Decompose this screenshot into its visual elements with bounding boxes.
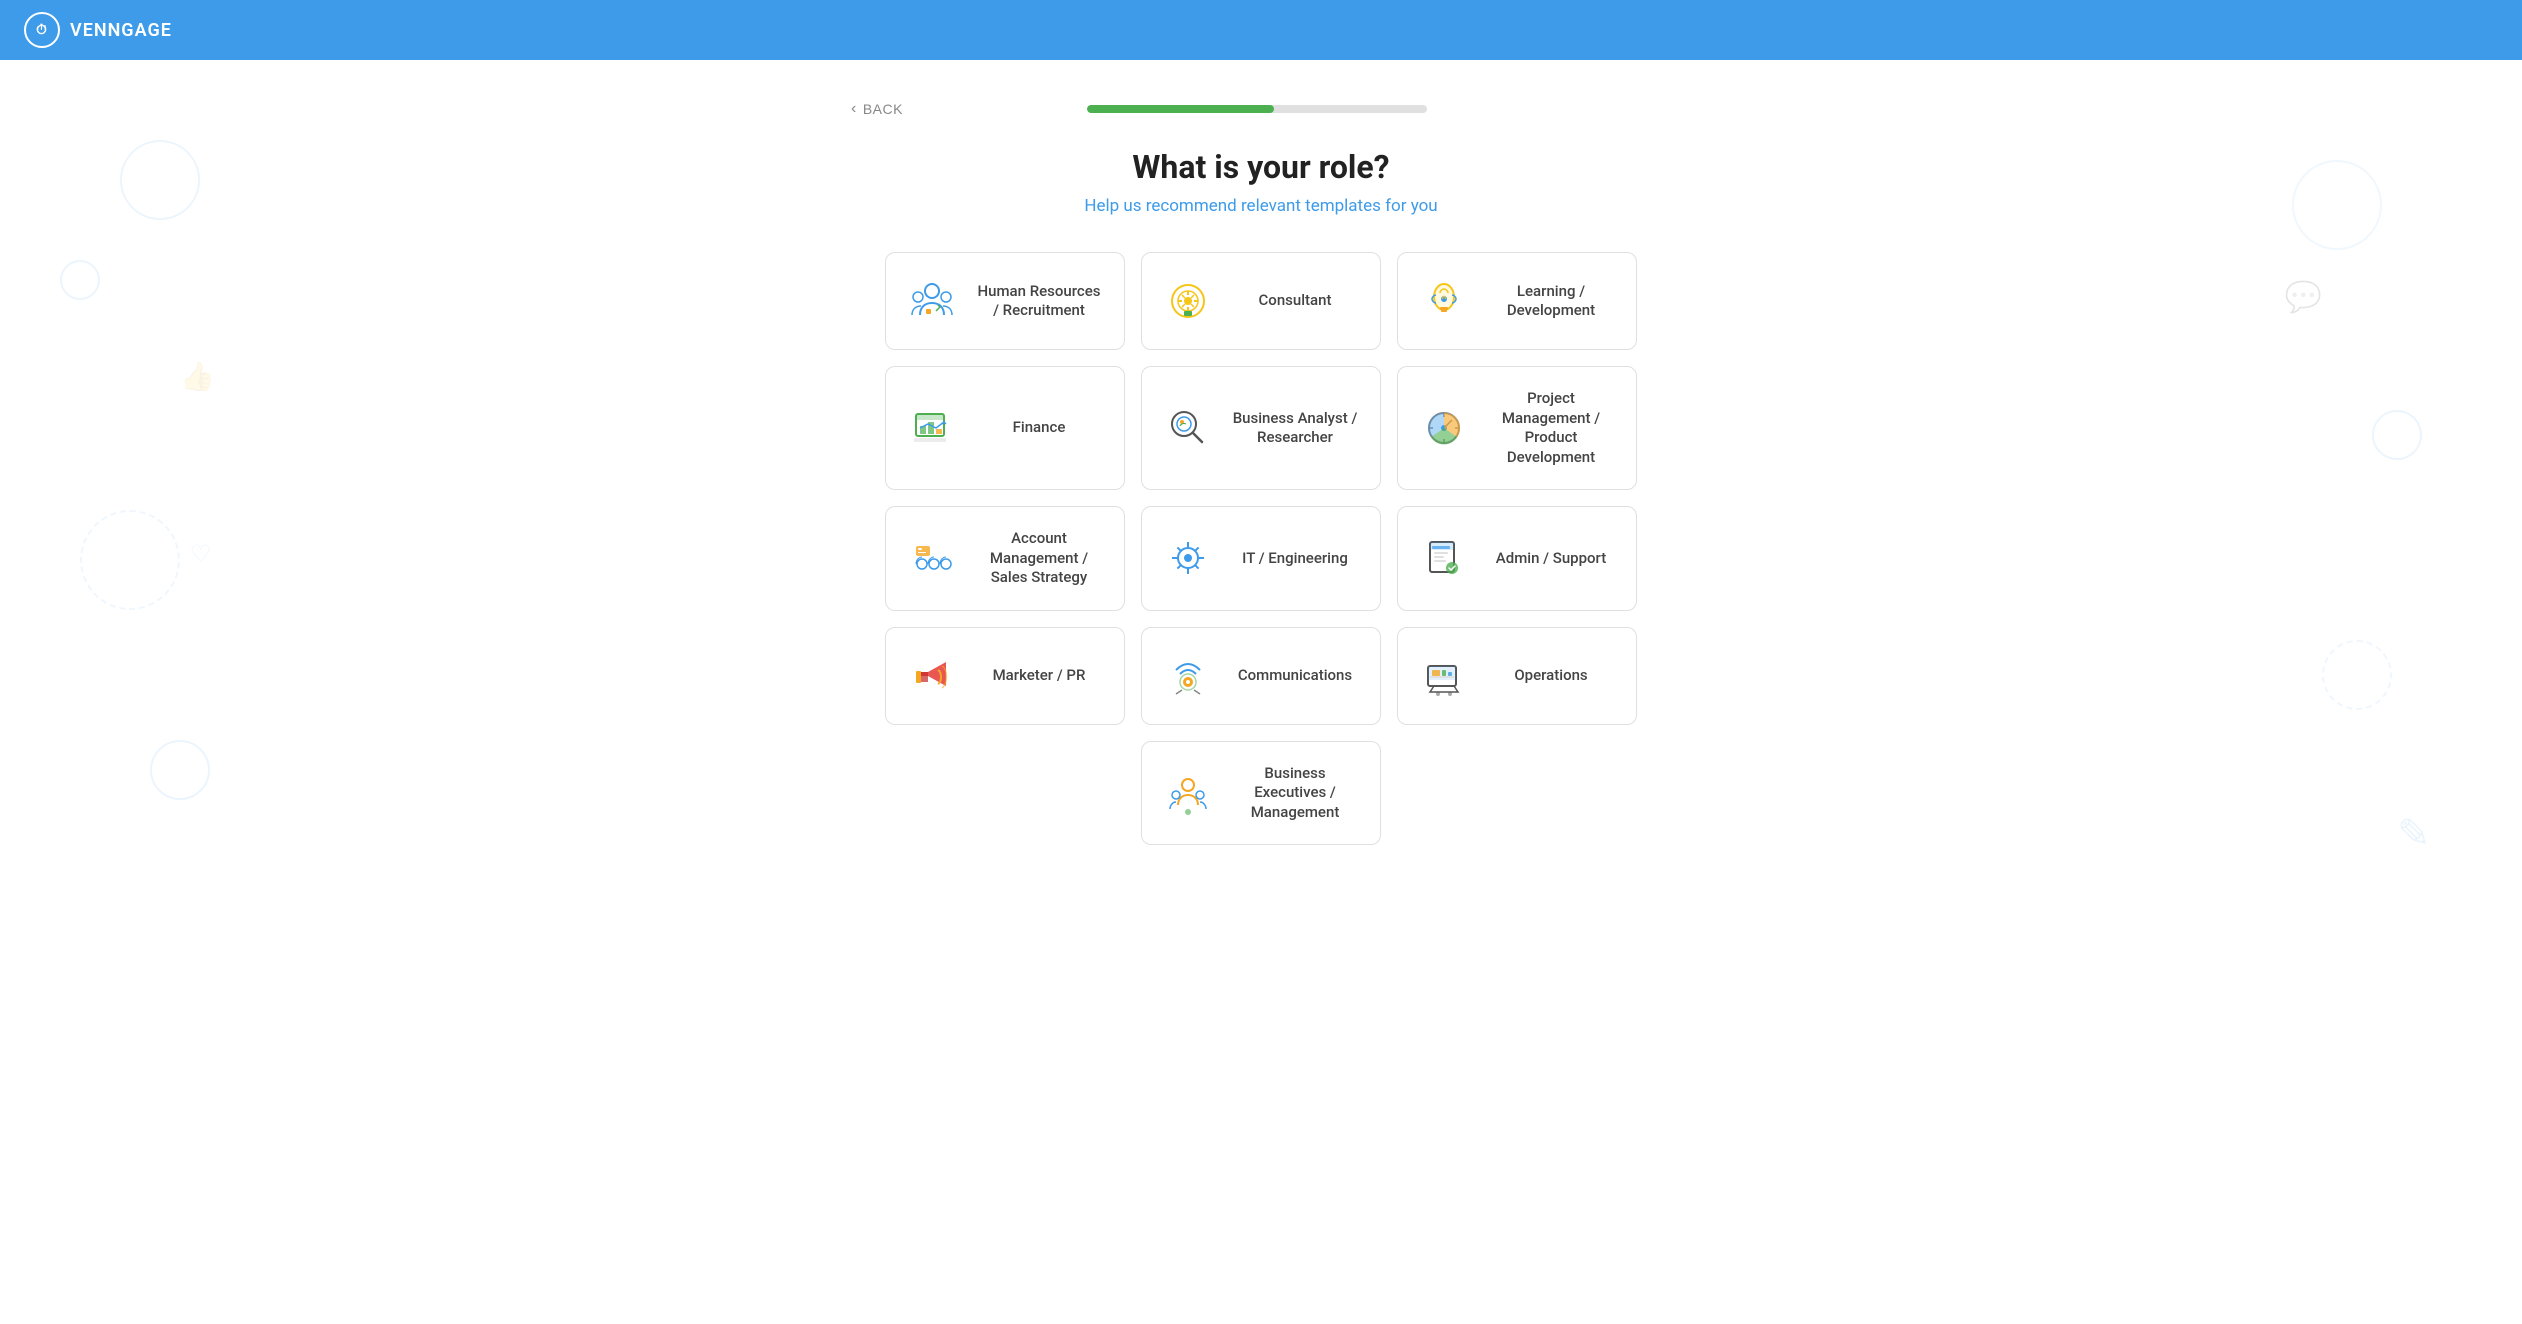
role-card-marketer[interactable]: Marketer / PR (885, 627, 1125, 725)
decor-shape-4: 💬 (2285, 280, 2322, 315)
executives-label: Business Executives / Management (1230, 764, 1360, 823)
back-label: BACK (863, 101, 903, 117)
operations-label: Operations (1486, 666, 1616, 686)
decor-circle-7 (2322, 640, 2392, 710)
app-header: ⏱ VENNGAGE (0, 0, 2522, 60)
project-label: Project Management / Product Development (1486, 389, 1616, 467)
role-grid: Human Resources / Recruitment Consultant (885, 252, 1637, 725)
learning-icon (1418, 275, 1470, 327)
role-grid-last-row: Business Executives / Management (885, 741, 1637, 846)
decor-circle-6 (2372, 410, 2422, 460)
operations-icon (1418, 650, 1470, 702)
communications-label: Communications (1230, 666, 1360, 686)
project-icon (1418, 402, 1470, 454)
role-card-learning[interactable]: Learning / Development (1397, 252, 1637, 350)
nav-bar: ‹ BACK (851, 100, 1671, 118)
role-card-communications[interactable]: Communications (1141, 627, 1381, 725)
decor-circle-4 (150, 740, 210, 800)
progress-fill (1087, 105, 1274, 113)
finance-label: Finance (974, 418, 1104, 438)
role-card-engineering[interactable]: IT / Engineering (1141, 506, 1381, 611)
decor-circle-5 (2292, 160, 2382, 250)
hr-icon (906, 275, 958, 327)
role-card-finance[interactable]: Finance (885, 366, 1125, 490)
role-card-project[interactable]: Project Management / Product Development (1397, 366, 1637, 490)
page-subheading: Help us recommend relevant templates for… (1084, 196, 1437, 216)
decor-circle-3 (80, 510, 180, 610)
sales-icon (906, 532, 958, 584)
hr-label: Human Resources / Recruitment (974, 282, 1104, 321)
finance-icon (906, 402, 958, 454)
role-card-operations[interactable]: Operations (1397, 627, 1637, 725)
progress-bar (1087, 105, 1427, 113)
role-card-analyst[interactable]: Business Analyst / Researcher (1141, 366, 1381, 490)
role-card-admin[interactable]: Admin / Support (1397, 506, 1637, 611)
communications-icon (1162, 650, 1214, 702)
decor-circle-2 (60, 260, 100, 300)
admin-label: Admin / Support (1486, 549, 1616, 569)
consultant-label: Consultant (1230, 291, 1360, 311)
consultant-icon (1162, 275, 1214, 327)
decor-shape-1: ✎ (2397, 810, 2442, 855)
role-card-consultant[interactable]: Consultant (1141, 252, 1381, 350)
logo: ⏱ VENNGAGE (24, 12, 172, 48)
page-heading: What is your role? (1132, 148, 1389, 186)
marketer-label: Marketer / PR (974, 666, 1104, 686)
back-button[interactable]: ‹ BACK (851, 100, 903, 118)
executives-icon (1162, 767, 1214, 819)
decor-shape-2: 👍 (180, 360, 215, 393)
decor-circle-1 (120, 140, 200, 220)
marketer-icon (906, 650, 958, 702)
analyst-icon (1162, 402, 1214, 454)
sales-label: Account Management / Sales Strategy (974, 529, 1104, 588)
role-card-human-resources[interactable]: Human Resources / Recruitment (885, 252, 1125, 350)
decor-shape-3: ♡ (190, 540, 212, 568)
logo-text: VENNGAGE (70, 20, 172, 41)
logo-icon: ⏱ (24, 12, 60, 48)
analyst-label: Business Analyst / Researcher (1230, 409, 1360, 448)
role-card-executives[interactable]: Business Executives / Management (1141, 741, 1381, 846)
engineering-label: IT / Engineering (1230, 549, 1360, 569)
back-arrow-icon: ‹ (851, 100, 857, 118)
learning-label: Learning / Development (1486, 282, 1616, 321)
role-card-sales[interactable]: Account Management / Sales Strategy (885, 506, 1125, 611)
admin-icon (1418, 532, 1470, 584)
main-content: ✎ 👍 ♡ 💬 ‹ BACK What is your role? Help u… (0, 60, 2522, 1324)
engineering-icon (1162, 532, 1214, 584)
